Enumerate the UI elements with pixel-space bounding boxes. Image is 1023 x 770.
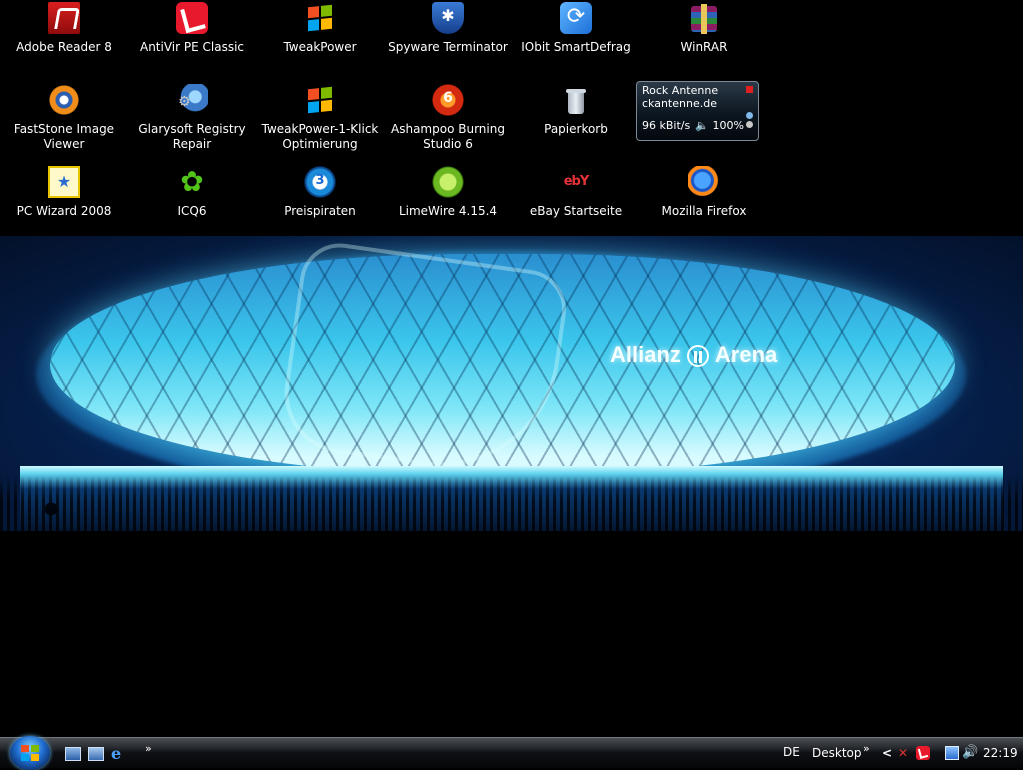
security-shield-icon[interactable]: ✕ bbox=[898, 746, 912, 760]
recycle-bin-icon bbox=[560, 84, 592, 116]
taskbar: e » DE Desktop » < ✕ 🔊 22:19 bbox=[0, 736, 1023, 770]
speaker-icon: 🔈 bbox=[695, 119, 710, 132]
desktop-icon-glarysoft[interactable]: Glarysoft Registry Repair bbox=[128, 84, 256, 152]
switch-windows-icon[interactable] bbox=[88, 747, 104, 761]
windows-flag-icon bbox=[304, 84, 336, 116]
desktop-icon-papierkorb[interactable]: Papierkorb bbox=[512, 84, 640, 137]
winrar-books-icon bbox=[688, 2, 720, 34]
arena-sign-text: Allianz bbox=[610, 342, 681, 367]
desktop-icon-label: Glarysoft Registry Repair bbox=[138, 122, 246, 151]
desktop-icon-label: Adobe Reader 8 bbox=[16, 40, 112, 54]
shield-icon bbox=[432, 2, 464, 34]
desktop-icon-label: Preispiraten bbox=[284, 204, 356, 218]
desktop-icon-label: TweakPower-1-Klick Optimierung bbox=[261, 122, 379, 151]
desktop-icon-spyware-terminator[interactable]: Spyware Terminator bbox=[384, 2, 512, 55]
crowd-silhouette bbox=[0, 476, 1023, 531]
desktop-icon-ebay[interactable]: eBay Startseite bbox=[512, 166, 640, 219]
firefox-icon bbox=[688, 166, 720, 198]
preispiraten-icon bbox=[304, 166, 336, 198]
desktop-icon-label: PC Wizard 2008 bbox=[16, 204, 112, 218]
radio-status-row: 96 kBit/s 🔈 100% bbox=[642, 119, 744, 132]
language-indicator[interactable]: DE bbox=[783, 745, 800, 759]
wallpaper-allianz-arena: Allianz Arena bbox=[0, 236, 1023, 531]
ebay-icon bbox=[560, 166, 592, 198]
desktop-icon-label: FastStone Image Viewer bbox=[13, 122, 115, 151]
network-icon[interactable] bbox=[945, 746, 959, 760]
start-button[interactable] bbox=[10, 736, 50, 770]
icq-flower-icon bbox=[176, 166, 208, 198]
desktop-icon-antivir[interactable]: AntiVir PE Classic bbox=[128, 2, 256, 55]
desktop: Allianz Arena Adobe Reader 8 AntiVir PE C… bbox=[0, 0, 1023, 737]
radio-gadget[interactable]: Rock Antenne ckantenne.de 96 kBit/s 🔈 10… bbox=[636, 81, 759, 141]
windows-flag-icon bbox=[304, 2, 336, 34]
avira-umbrella-icon bbox=[176, 2, 208, 34]
desktop-icon-firefox[interactable]: Mozilla Firefox bbox=[640, 166, 768, 219]
desktop-icon-label: LimeWire 4.15.4 bbox=[398, 204, 498, 218]
close-icon[interactable] bbox=[746, 86, 753, 93]
desktop-icon-tweakpower-1klick[interactable]: TweakPower-1-Klick Optimierung bbox=[256, 84, 384, 152]
toolbar-expand-chevron[interactable]: » bbox=[863, 742, 870, 755]
desktop-icon-winrar[interactable]: WinRAR bbox=[640, 2, 768, 55]
desktop-icon-ashampoo[interactable]: Ashampoo Burning Studio 6 bbox=[384, 84, 512, 152]
limewire-icon bbox=[432, 166, 464, 198]
defrag-icon bbox=[560, 2, 592, 34]
eye-icon bbox=[48, 84, 80, 116]
desktop-icon-label: TweakPower bbox=[283, 40, 357, 54]
desktop-icon-label: AntiVir PE Classic bbox=[139, 40, 244, 54]
desktop-toolbar-label[interactable]: Desktop bbox=[812, 746, 862, 760]
burning-disc-icon bbox=[432, 84, 464, 116]
desktop-icon-icq[interactable]: ICQ6 bbox=[128, 166, 256, 219]
desktop-icon-smartdefrag[interactable]: IObit SmartDefrag bbox=[512, 2, 640, 55]
arena-sign: Allianz Arena bbox=[610, 342, 777, 368]
desktop-icon-preispiraten[interactable]: Preispiraten bbox=[256, 166, 384, 219]
gadget-dot-grey-icon bbox=[746, 121, 753, 128]
radio-volume-value: 100% bbox=[712, 119, 744, 132]
desktop-icon-label: Spyware Terminator bbox=[388, 40, 508, 54]
desktop-icon-label: Ashampoo Burning Studio 6 bbox=[391, 122, 505, 151]
tray-expand-arrow[interactable]: < bbox=[882, 746, 892, 760]
desktop-icon-limewire[interactable]: LimeWire 4.15.4 bbox=[384, 166, 512, 219]
desktop-icon-label: Mozilla Firefox bbox=[661, 204, 747, 218]
gadget-dot-blue-icon bbox=[746, 112, 753, 119]
clock[interactable]: 22:19 bbox=[983, 746, 1018, 760]
desktop-icon-label: WinRAR bbox=[680, 40, 728, 54]
radio-station-name: Rock Antenne bbox=[642, 84, 719, 97]
radio-bitrate: 96 kBit/s bbox=[642, 119, 691, 132]
radio-volume[interactable]: 🔈 100% bbox=[695, 119, 744, 132]
desktop-icon-pc-wizard[interactable]: PC Wizard 2008 bbox=[0, 166, 128, 219]
desktop-icon-label: ICQ6 bbox=[177, 204, 207, 218]
desktop-icon-label: eBay Startseite bbox=[529, 204, 623, 218]
desktop-icon-label: Papierkorb bbox=[544, 122, 608, 136]
radio-station-url: ckantenne.de bbox=[642, 97, 717, 110]
avira-tray-icon[interactable] bbox=[916, 746, 930, 760]
desktop-icon-tweakpower[interactable]: TweakPower bbox=[256, 2, 384, 55]
show-desktop-icon[interactable] bbox=[65, 747, 81, 761]
adobe-reader-icon bbox=[48, 2, 80, 34]
wizard-star-icon bbox=[48, 166, 80, 198]
allianz-logo-icon bbox=[686, 345, 709, 367]
gadget-controls[interactable] bbox=[746, 112, 755, 136]
quicklaunch-expand-chevron[interactable]: » bbox=[145, 742, 152, 755]
desktop-icon-faststone[interactable]: FastStone Image Viewer bbox=[0, 84, 128, 152]
volume-icon[interactable]: 🔊 bbox=[962, 746, 978, 760]
desktop-icon-adobe-reader[interactable]: Adobe Reader 8 bbox=[0, 2, 128, 55]
arena-sign-text2: Arena bbox=[714, 342, 778, 367]
registry-repair-icon bbox=[176, 84, 208, 116]
internet-explorer-icon[interactable]: e bbox=[111, 746, 127, 762]
desktop-icon-label: IObit SmartDefrag bbox=[521, 40, 631, 54]
